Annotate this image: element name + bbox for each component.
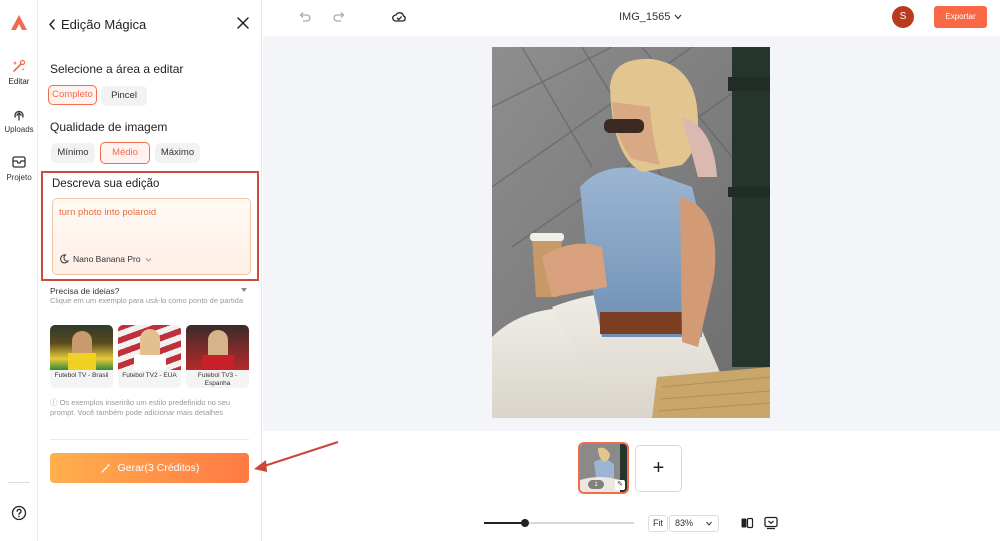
example-image	[50, 325, 113, 370]
magic-edit-icon	[12, 59, 26, 72]
generate-button[interactable]: Gerar(3 Créditos)	[50, 453, 249, 483]
avatar[interactable]: S	[892, 6, 914, 28]
rail-label-uploads: Uploads	[4, 125, 34, 134]
ideas-subtitle: Clique em um exemplo para usá-lo como po…	[50, 296, 244, 305]
example-card[interactable]: Futebol TV2 - EUA	[118, 325, 181, 388]
close-icon[interactable]	[236, 16, 250, 30]
example-image	[118, 325, 181, 370]
zoom-level: 83%	[675, 518, 694, 528]
magic-wand-icon	[100, 463, 110, 473]
rail-label-editar: Editar	[8, 77, 30, 86]
zoom-level-select[interactable]: 83%	[669, 515, 719, 532]
redo-icon[interactable]	[333, 10, 347, 24]
divider	[50, 439, 249, 440]
prompt-textarea[interactable]: turn photo into polaroid Nano Banana Pro	[52, 198, 251, 275]
compare-icon[interactable]	[740, 516, 754, 530]
app-logo-icon[interactable]	[9, 13, 29, 33]
page-thumbnail[interactable]: 1 ✎	[578, 442, 629, 494]
moon-icon	[60, 254, 69, 264]
add-page-button[interactable]: +	[635, 445, 682, 492]
area-option-completo[interactable]: Completo	[48, 85, 97, 105]
describe-edit-section: Descreva sua edição turn photo into pola…	[41, 171, 259, 281]
left-rail: Editar Uploads Projeto	[0, 0, 38, 541]
caret-down-icon[interactable]	[240, 287, 248, 293]
example-caption: Futebol TV - Brasil	[54, 372, 109, 379]
rail-item-projeto[interactable]: Projeto	[0, 154, 38, 182]
chevron-down-icon	[674, 14, 682, 20]
chevron-left-icon	[49, 19, 55, 30]
thumbnail-strip	[263, 431, 1000, 501]
edit-pen-icon[interactable]: ✎	[615, 480, 625, 490]
quality-option-minimo[interactable]: Mínimo	[51, 143, 95, 163]
quality-label: Qualidade de imagem	[50, 120, 168, 134]
edited-photo[interactable]	[492, 47, 770, 418]
help-icon[interactable]	[11, 505, 27, 521]
rail-divider	[8, 482, 30, 483]
note-text: Os exemplos inserirão um estilo predefin…	[50, 398, 231, 417]
generate-label: Gerar(3 Créditos)	[117, 462, 200, 474]
quality-option-medio[interactable]: Médio	[100, 142, 150, 164]
thumbnail-number: 1	[588, 480, 604, 489]
cloud-saved-icon[interactable]	[392, 10, 406, 24]
example-card[interactable]: Futebol TV3 - Espanha	[186, 325, 249, 388]
photo-image	[492, 47, 770, 418]
undo-icon[interactable]	[297, 10, 311, 24]
example-card[interactable]: Futebol TV - Brasil	[50, 325, 113, 388]
zoom-slider-handle[interactable]	[521, 519, 529, 527]
chevron-down-icon	[706, 521, 712, 526]
rail-label-projeto: Projeto	[6, 173, 32, 182]
model-name: Nano Banana Pro	[73, 254, 141, 264]
describe-label: Descreva sua edição	[52, 178, 160, 190]
chevron-down-icon	[145, 257, 151, 262]
examples-note: ⓘ Os exemplos inserirão um estilo predef…	[50, 398, 250, 418]
rail-item-editar[interactable]: Editar	[0, 58, 38, 86]
example-caption: Futebol TV3 - Espanha	[197, 372, 238, 387]
example-caption: Futebol TV2 - EUA	[122, 372, 177, 379]
file-name-dropdown[interactable]: IMG_1565	[619, 11, 682, 23]
example-image	[186, 325, 249, 370]
quality-option-maximo[interactable]: Máximo	[155, 143, 200, 163]
fullscreen-icon[interactable]	[764, 516, 778, 530]
prompt-text: turn photo into polaroid	[59, 207, 157, 218]
zoom-slider[interactable]	[484, 519, 634, 527]
panel-title: Edição Mágica	[61, 17, 147, 32]
fit-button[interactable]: Fit	[648, 515, 668, 532]
back-button[interactable]: Edição Mágica	[48, 17, 146, 32]
magic-edit-panel: Edição Mágica Selecione a área a editar …	[38, 0, 262, 541]
panel-header: Edição Mágica	[48, 16, 252, 34]
upload-icon	[14, 110, 24, 121]
export-button[interactable]: Exportar	[934, 6, 987, 28]
file-name: IMG_1565	[619, 11, 671, 23]
rail-item-uploads[interactable]: Uploads	[0, 106, 38, 134]
zoom-slider-fill	[484, 522, 525, 524]
ideas-title: Precisa de ideias?	[50, 286, 120, 296]
annotation-arrow	[254, 441, 339, 472]
info-icon: ⓘ	[50, 398, 60, 407]
model-selector[interactable]: Nano Banana Pro	[59, 254, 152, 264]
project-icon	[12, 156, 26, 168]
area-label: Selecione a área a editar	[50, 62, 184, 76]
area-option-pincel[interactable]: Pincel	[101, 86, 147, 106]
